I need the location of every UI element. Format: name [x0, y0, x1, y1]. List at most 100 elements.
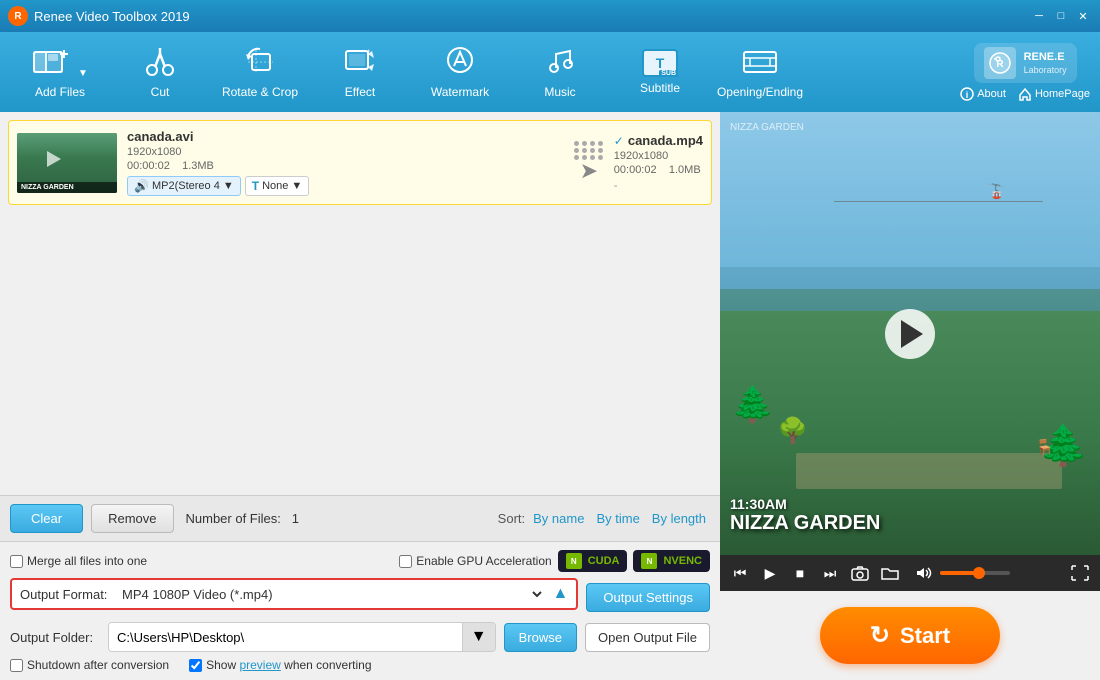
play-overlay-button[interactable]	[885, 309, 935, 359]
cut-icon	[144, 46, 176, 81]
add-files-icon: ▼	[32, 46, 88, 81]
nvidia-nvenc-icon: N	[641, 553, 657, 569]
start-button[interactable]: ↻ Start	[820, 607, 1000, 664]
preview-text-bottom: 11:30AM NIZZA GARDEN	[730, 496, 880, 535]
format-row: Output Format: MP4 1080P Video (*.mp4) ▲…	[10, 578, 710, 616]
folder-label: Output Folder:	[10, 630, 100, 645]
last-row: Shutdown after conversion Show preview w…	[10, 658, 710, 672]
output-file-info: ✓ canada.mp4 1920x1080 00:00:02 1.0MB -	[614, 133, 703, 192]
rotate-crop-icon	[243, 46, 277, 81]
play-button[interactable]: ▶	[758, 561, 782, 585]
browse-button[interactable]: Browse	[504, 623, 577, 652]
skip-forward-button[interactable]: ⏭	[818, 561, 842, 585]
preview-time: 11:30AM	[730, 496, 880, 512]
shutdown-checkbox[interactable]: Shutdown after conversion	[10, 658, 169, 672]
effect-icon	[344, 46, 376, 81]
watermark-icon	[442, 46, 478, 81]
tree-left-icon: 🌲	[731, 387, 775, 422]
skip-back-button[interactable]: ⏮	[728, 561, 752, 585]
merge-input[interactable]	[10, 555, 23, 568]
brand-logo: R RENE.E Laboratory	[974, 43, 1077, 83]
settings-row-1: Merge all files into one Enable GPU Acce…	[10, 550, 710, 572]
input-duration-size: 00:00:02 1.3MB	[127, 160, 564, 172]
start-refresh-icon: ↻	[870, 621, 890, 650]
watermark-label: Watermark	[431, 85, 489, 99]
toolbar-item-effect[interactable]: Effect	[310, 37, 410, 107]
gpu-checkbox[interactable]: Enable GPU Acceleration	[399, 554, 551, 568]
svg-text:i: i	[966, 90, 969, 100]
clear-button[interactable]: Clear	[10, 504, 83, 533]
music-icon	[544, 46, 576, 81]
toolbar-item-music[interactable]: Music	[510, 37, 610, 107]
file-count-label: Number of Files: 1	[186, 511, 299, 526]
toolbar-item-add-files[interactable]: ▼ Add Files	[10, 37, 110, 107]
gpu-input[interactable]	[399, 555, 412, 568]
remove-button[interactable]: Remove	[91, 504, 173, 533]
format-label: Output Format:	[20, 587, 110, 602]
fullscreen-button[interactable]	[1068, 561, 1092, 585]
about-link[interactable]: i About	[960, 87, 1006, 101]
main-content: NIZZA GARDEN canada.avi 1920x1080 00:00:…	[0, 112, 1100, 680]
format-select[interactable]: MP4 1080P Video (*.mp4)	[118, 586, 545, 603]
format-select-wrap[interactable]: Output Format: MP4 1080P Video (*.mp4) ▲	[10, 578, 578, 610]
snapshot-button[interactable]	[848, 561, 872, 585]
subtitle-select[interactable]: T None ▼	[245, 176, 310, 196]
settings-area: Merge all files into one Enable GPU Acce…	[0, 541, 720, 680]
sort-by-length[interactable]: By length	[648, 509, 710, 528]
sort-by-name[interactable]: By name	[529, 509, 588, 528]
sort-by-time[interactable]: By time	[592, 509, 643, 528]
title-bar-left: R Renee Video Toolbox 2019	[8, 6, 190, 26]
tree-mid-icon: 🌳	[777, 419, 808, 444]
volume-button[interactable]	[912, 561, 936, 585]
format-dropdown-arrow[interactable]: ▲	[553, 585, 569, 603]
preview-checkbox[interactable]: Show preview when converting	[189, 658, 371, 672]
preview-watermark: NIZZA GARDEN	[730, 122, 804, 133]
toolbar: ▼ Add Files Cut Rotate &	[0, 32, 1100, 112]
app-logo: R	[8, 6, 28, 26]
bottom-controls: Clear Remove Number of Files: 1 Sort: By…	[0, 495, 720, 541]
open-output-button[interactable]: Open Output File	[585, 623, 710, 652]
minimize-button[interactable]: ─	[1030, 7, 1048, 25]
play-triangle-icon	[901, 320, 923, 348]
audio-track-select[interactable]: 🔊 MP2(Stereo 4 ▼	[127, 176, 241, 196]
toolbar-item-subtitle[interactable]: T SUB Subtitle	[610, 37, 710, 107]
toolbar-item-watermark[interactable]: Watermark	[410, 37, 510, 107]
left-panel: NIZZA GARDEN canada.avi 1920x1080 00:00:…	[0, 112, 720, 680]
nvidia-cuda-icon: N	[566, 553, 582, 569]
music-label: Music	[544, 85, 575, 99]
convert-arrow: ➤	[574, 141, 604, 184]
rene-icon: R	[984, 47, 1016, 79]
video-controls-bar: ⏮ ▶ ■ ⏭	[720, 555, 1100, 591]
output-dash: -	[614, 180, 703, 192]
open-file-button[interactable]	[878, 561, 902, 585]
bench-icon: 🪑	[1034, 438, 1054, 458]
cut-label: Cut	[151, 85, 170, 99]
toolbar-item-rotate-crop[interactable]: Rotate & Crop	[210, 37, 310, 107]
start-label: Start	[900, 623, 950, 649]
homepage-link[interactable]: HomePage	[1018, 87, 1090, 101]
shutdown-input[interactable]	[10, 659, 23, 672]
file-thumbnail: NIZZA GARDEN	[17, 133, 117, 193]
volume-control	[912, 561, 1010, 585]
preview-title: NIZZA GARDEN	[730, 512, 880, 535]
opening-ending-icon	[742, 46, 778, 81]
stop-button[interactable]: ■	[788, 561, 812, 585]
toolbar-right: R RENE.E Laboratory i About HomePage	[960, 43, 1090, 101]
input-filename: canada.avi	[127, 129, 564, 144]
preview-input[interactable]	[189, 659, 202, 672]
toolbar-item-opening-ending[interactable]: Opening/Ending	[710, 37, 810, 107]
file-controls: 🔊 MP2(Stereo 4 ▼ T None ▼	[127, 176, 564, 196]
input-resolution: 1920x1080	[127, 146, 564, 158]
cable-car-icon: 🚡	[988, 183, 1005, 200]
folder-input[interactable]	[109, 623, 462, 651]
effect-label: Effect	[345, 85, 375, 99]
opening-ending-label: Opening/Ending	[717, 85, 803, 99]
folder-dropdown-arrow[interactable]: ▼	[462, 623, 495, 651]
maximize-button[interactable]: □	[1052, 7, 1070, 25]
merge-checkbox[interactable]: Merge all files into one	[10, 554, 147, 568]
output-filename: canada.mp4	[628, 133, 703, 148]
output-settings-button[interactable]: Output Settings	[586, 583, 710, 612]
volume-slider[interactable]	[940, 571, 1010, 575]
toolbar-item-cut[interactable]: Cut	[110, 37, 210, 107]
close-button[interactable]: ✕	[1074, 7, 1092, 25]
